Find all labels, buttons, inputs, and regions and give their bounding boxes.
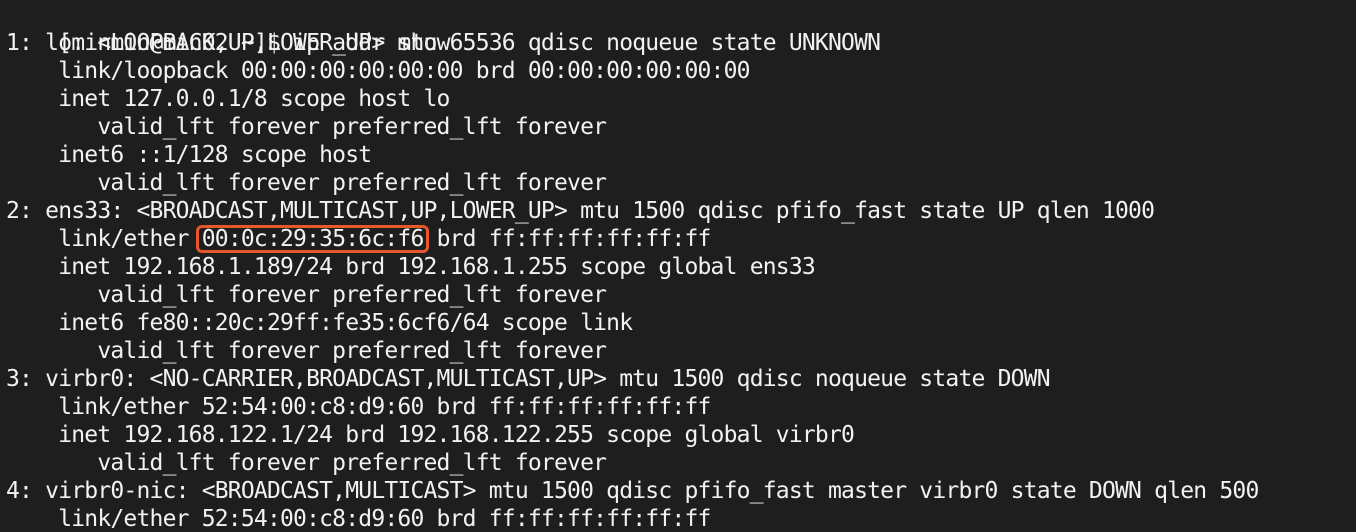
output-line: valid_lft forever preferred_lft forever xyxy=(6,450,607,476)
link-ether-suffix: brd ff:ff:ff:ff:ff:ff xyxy=(423,226,712,252)
output-line: inet 192.168.1.189/24 brd 192.168.1.255 … xyxy=(6,254,816,280)
output-line: inet 192.168.122.1/24 brd 192.168.122.25… xyxy=(6,422,855,448)
output-line: link/ether 52:54:00:c8:d9:60 brd ff:ff:f… xyxy=(6,506,711,532)
output-line: link/loopback 00:00:00:00:00:00 brd 00:0… xyxy=(6,58,750,84)
output-line: valid_lft forever preferred_lft forever xyxy=(6,338,607,364)
output-line: valid_lft forever preferred_lft forever xyxy=(6,114,607,140)
output-line: 4: virbr0-nic: <BROADCAST,MULTICAST> mtu… xyxy=(6,478,1259,504)
output-line: valid_lft forever preferred_lft forever xyxy=(6,170,607,196)
terminal-window[interactable]: [minmin@min02 ~]$ ip addr show 1: lo: <L… xyxy=(0,0,1356,532)
output-line: link/ether 52:54:00:c8:d9:60 brd ff:ff:f… xyxy=(6,394,711,420)
link-ether-prefix: link/ether xyxy=(6,226,202,252)
output-line: valid_lft forever preferred_lft forever xyxy=(6,282,607,308)
highlighted-mac-address: 00:0c:29:35:6c:f6 xyxy=(195,225,429,253)
output-line: 2: ens33: <BROADCAST,MULTICAST,UP,LOWER_… xyxy=(6,198,1155,224)
output-line: 3: virbr0: <NO-CARRIER,BROADCAST,MULTICA… xyxy=(6,366,1051,392)
output-line: 1: lo: <LOOPBACK,UP,LOWER_UP> mtu 65536 … xyxy=(6,30,881,56)
output-line: inet6 fe80::20c:29ff:fe35:6cf6/64 scope … xyxy=(6,310,633,336)
output-line: inet 127.0.0.1/8 scope host lo xyxy=(6,86,450,112)
command-prompt-line: [minmin@min02 ~]$ ip addr show xyxy=(0,1,1356,56)
output-line-highlighted: link/ether 00:0c:29:35:6c:f6 brd ff:ff:f… xyxy=(0,225,1356,253)
output-line: inet6 ::1/128 scope host xyxy=(6,142,372,168)
